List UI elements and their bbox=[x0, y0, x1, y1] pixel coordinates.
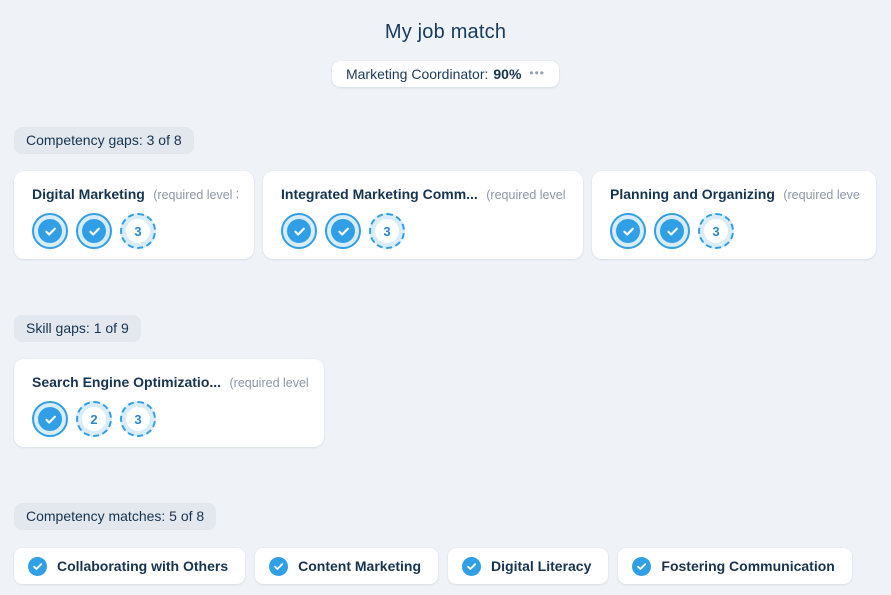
competency-name: Planning and Organizing bbox=[610, 186, 775, 202]
check-circle-icon bbox=[28, 557, 47, 576]
achieved-level-icon bbox=[32, 401, 68, 437]
competency-gap-card[interactable]: Planning and Organizing (required level … bbox=[592, 171, 876, 259]
card-head: Planning and Organizing (required level … bbox=[610, 186, 860, 204]
level-indicators: 3 bbox=[32, 213, 238, 249]
competency-match-label: Fostering Communication bbox=[661, 558, 834, 574]
job-match-page: My job match Marketing Coordinator: 90% … bbox=[0, 21, 891, 595]
competency-match-pill[interactable]: Content Marketing bbox=[255, 548, 438, 584]
competency-match-label: Content Marketing bbox=[298, 558, 421, 574]
required-level-value: 3 bbox=[375, 219, 399, 243]
competency-match-label: Digital Literacy bbox=[491, 558, 591, 574]
competency-name: Digital Marketing bbox=[32, 186, 145, 202]
competency-gap-card[interactable]: Integrated Marketing Comm... (required l… bbox=[263, 171, 583, 259]
required-level-value: 2 bbox=[82, 407, 106, 431]
competency-name: Integrated Marketing Comm... bbox=[281, 186, 478, 202]
level-indicators: 3 bbox=[281, 213, 567, 249]
achieved-level-icon bbox=[325, 213, 361, 249]
required-level-icon: 2 bbox=[76, 401, 112, 437]
skill-gaps-row: Search Engine Optimizatio... (required l… bbox=[14, 359, 891, 447]
required-level-value: 3 bbox=[126, 407, 150, 431]
job-title-label: Marketing Coordinator: bbox=[346, 66, 488, 82]
competency-match-label: Collaborating with Others bbox=[57, 558, 228, 574]
level-indicators: 3 bbox=[610, 213, 860, 249]
competency-match-pill[interactable]: Collaborating with Others bbox=[14, 548, 245, 584]
skill-gaps-heading: Skill gaps: 1 of 9 bbox=[14, 315, 141, 342]
skill-name: Search Engine Optimizatio... bbox=[32, 374, 221, 390]
card-head: Digital Marketing (required level 3) bbox=[32, 186, 238, 204]
required-level-value: 3 bbox=[126, 219, 150, 243]
job-match-percent: 90% bbox=[493, 66, 521, 82]
required-level-icon: 3 bbox=[698, 213, 734, 249]
required-level-note: (required level 3) bbox=[153, 188, 238, 202]
required-level-value: 3 bbox=[704, 219, 728, 243]
competency-gaps-heading: Competency gaps: 3 of 8 bbox=[14, 127, 194, 154]
required-level-note: (required level 3) bbox=[230, 376, 309, 390]
page-title: My job match bbox=[0, 21, 891, 44]
required-level-icon: 3 bbox=[369, 213, 405, 249]
required-level-note: (required level 3) bbox=[486, 188, 567, 202]
check-circle-icon bbox=[269, 557, 288, 576]
achieved-level-icon bbox=[610, 213, 646, 249]
competency-match-pill[interactable]: Fostering Communication bbox=[618, 548, 851, 584]
competency-gap-card[interactable]: Digital Marketing (required level 3) 3 bbox=[14, 171, 254, 259]
achieved-level-icon bbox=[76, 213, 112, 249]
job-pill-container: Marketing Coordinator: 90% ••• bbox=[0, 61, 891, 87]
required-level-icon: 3 bbox=[120, 401, 156, 437]
competency-matches-row: Collaborating with Others Content Market… bbox=[14, 548, 891, 584]
check-circle-icon bbox=[632, 557, 651, 576]
achieved-level-icon bbox=[654, 213, 690, 249]
competency-gaps-row: Digital Marketing (required level 3) 3 I… bbox=[14, 171, 891, 259]
job-match-pill[interactable]: Marketing Coordinator: 90% ••• bbox=[332, 61, 559, 87]
check-circle-icon bbox=[462, 557, 481, 576]
card-head: Search Engine Optimizatio... (required l… bbox=[32, 374, 308, 392]
competency-match-pill[interactable]: Digital Literacy bbox=[448, 548, 608, 584]
achieved-level-icon bbox=[281, 213, 317, 249]
required-level-icon: 3 bbox=[120, 213, 156, 249]
card-head: Integrated Marketing Comm... (required l… bbox=[281, 186, 567, 204]
level-indicators: 2 3 bbox=[32, 401, 308, 437]
required-level-note: (required level 3) bbox=[783, 188, 860, 202]
skill-gap-card[interactable]: Search Engine Optimizatio... (required l… bbox=[14, 359, 324, 447]
more-options-icon[interactable]: ••• bbox=[529, 67, 545, 79]
achieved-level-icon bbox=[32, 213, 68, 249]
competency-matches-heading: Competency matches: 5 of 8 bbox=[14, 503, 216, 530]
